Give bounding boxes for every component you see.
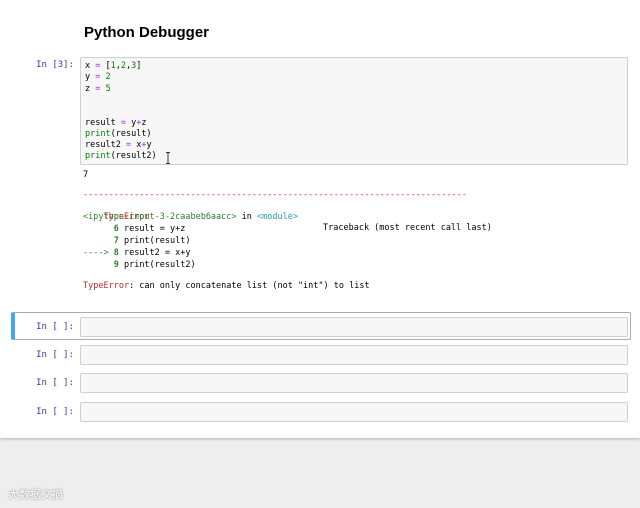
empty-cell-4-prompt: In [ ]: bbox=[36, 407, 74, 417]
traceback-frame: ----> 8 result2 = x+y bbox=[83, 248, 191, 259]
code-line: y = 2 bbox=[85, 72, 111, 83]
traceback-module: <module> bbox=[257, 212, 298, 222]
empty-cell-2-prompt: In [ ]: bbox=[36, 350, 74, 360]
traceback-frame: 9 print(result2) bbox=[83, 260, 196, 271]
code-line: result2 = x+y bbox=[85, 140, 152, 151]
cell-1-prompt: In [3]: bbox=[36, 60, 74, 70]
traceback-code: result = y+z bbox=[118, 224, 186, 234]
traceback-location: <ipython-input-3-2caabeb6aacc> in <modul… bbox=[83, 212, 298, 223]
traceback-code: print(result2) bbox=[118, 260, 196, 270]
code-token: (result2) bbox=[110, 151, 157, 162]
code-token: result2 bbox=[85, 140, 126, 151]
empty-cell-1-input[interactable] bbox=[80, 317, 628, 337]
code-line: print(result2) bbox=[85, 151, 157, 162]
code-token: [ bbox=[100, 61, 111, 71]
code-token: x bbox=[85, 61, 96, 71]
code-token: result bbox=[85, 117, 121, 128]
code-token: 2 bbox=[105, 72, 111, 83]
code-token: z bbox=[85, 83, 96, 94]
code-line: x = [1,2,3] bbox=[85, 61, 141, 72]
empty-cell-4-input[interactable] bbox=[80, 402, 628, 422]
traceback-arrow: ----> bbox=[83, 248, 114, 258]
traceback-message: TypeError: can only concatenate list (no… bbox=[83, 281, 370, 292]
traceback-separator: ----------------------------------------… bbox=[83, 190, 467, 200]
code-token: y bbox=[146, 140, 152, 151]
empty-cell-3-input[interactable] bbox=[80, 373, 628, 393]
code-token: y bbox=[125, 117, 137, 128]
traceback-arrow bbox=[83, 224, 114, 234]
code-token: (result) bbox=[110, 128, 152, 139]
cell-1-stdout: 7 bbox=[83, 170, 89, 180]
traceback-arrow bbox=[83, 236, 114, 246]
text-cursor-icon bbox=[166, 152, 170, 164]
code-token: ] bbox=[136, 61, 142, 71]
traceback-file: <ipython-input-3-2caabeb6aacc> bbox=[83, 212, 237, 222]
code-token: z bbox=[141, 117, 147, 128]
traceback-header-right: Traceback (most recent call last) bbox=[323, 223, 492, 233]
watermark-logo: 大数据文摘 bbox=[8, 488, 63, 501]
traceback-message-type: TypeError bbox=[83, 281, 130, 291]
code-token: 5 bbox=[105, 83, 111, 94]
empty-cell-1-prompt: In [ ]: bbox=[36, 322, 74, 332]
code-cell-input[interactable]: x = [1,2,3] y = 2z = 5 result = y+z print(r… bbox=[80, 57, 628, 165]
traceback-frame: 6 result = y+z bbox=[83, 224, 186, 235]
notebook-page: Python Debugger In [3]: x = [1,2,3] y = 2… bbox=[0, 0, 640, 438]
code-token: y bbox=[85, 72, 96, 83]
empty-cell-2-input[interactable] bbox=[80, 345, 628, 365]
empty-cell-3-prompt: In [ ]: bbox=[36, 378, 74, 388]
code-token: print bbox=[85, 128, 111, 139]
traceback-message-text: : can only concatenate list (not "int") … bbox=[129, 281, 370, 291]
traceback-in: in bbox=[236, 212, 258, 222]
notebook-title: Python Debugger bbox=[84, 24, 210, 41]
code-token: print bbox=[85, 151, 111, 162]
code-token: x bbox=[131, 140, 142, 151]
traceback-code: result2 = x+y bbox=[118, 248, 191, 258]
traceback-arrow bbox=[83, 260, 114, 270]
traceback-frame: 7 print(result) bbox=[83, 236, 191, 247]
code-line: result = y+z bbox=[85, 118, 146, 129]
code-line: z = 5 bbox=[85, 84, 111, 95]
code-line: print(result) bbox=[85, 129, 152, 140]
traceback-code: print(result) bbox=[118, 236, 191, 246]
